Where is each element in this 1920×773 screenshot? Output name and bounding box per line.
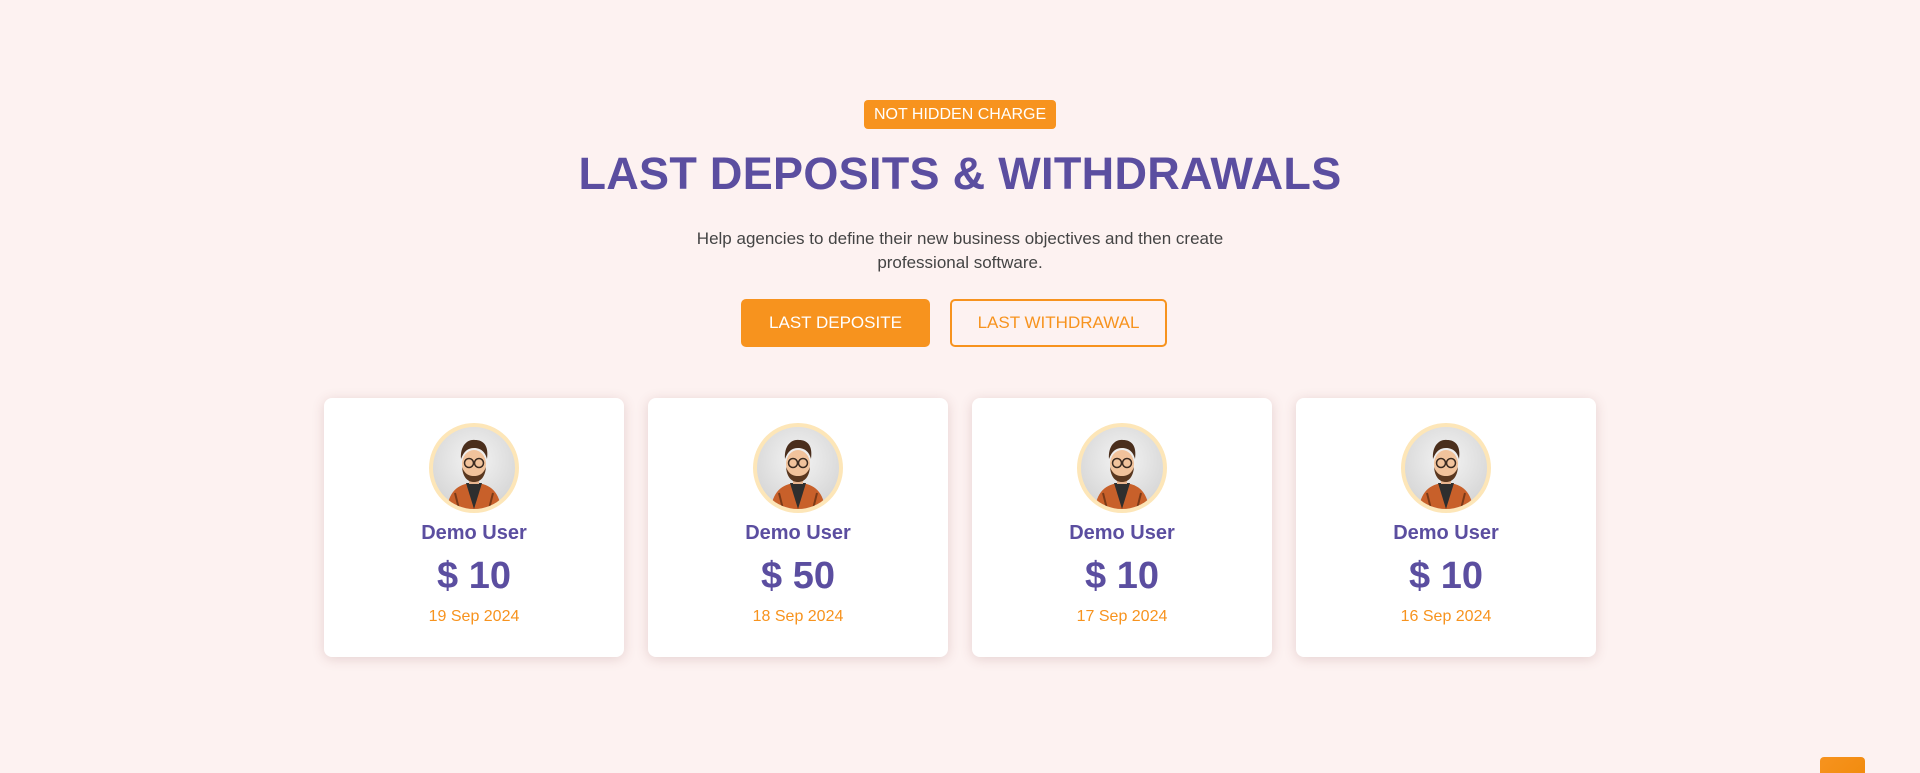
user-avatar-icon bbox=[1077, 423, 1167, 513]
transaction-amount: $ 10 bbox=[1409, 555, 1483, 597]
user-avatar-icon bbox=[1401, 423, 1491, 513]
transaction-tabs: LAST DEPOSITE LAST WITHDRAWAL bbox=[741, 299, 1167, 347]
section-subtitle: Help agencies to define their new busine… bbox=[696, 229, 1224, 272]
user-avatar-icon bbox=[753, 423, 843, 513]
transaction-amount: $ 10 bbox=[1085, 555, 1159, 597]
section-badge: NOT HIDDEN CHARGE bbox=[864, 100, 1057, 129]
transaction-card: Demo User $ 10 16 Sep 2024 bbox=[1296, 398, 1596, 657]
transaction-amount: $ 50 bbox=[761, 555, 835, 597]
user-avatar-icon bbox=[429, 423, 519, 513]
last-deposit-tab[interactable]: LAST DEPOSITE bbox=[741, 299, 930, 347]
deposits-withdrawals-section: NOT HIDDEN CHARGE LAST DEPOSITS & WITHDR… bbox=[0, 0, 1920, 773]
section-title: LAST DEPOSITS & WITHDRAWALS bbox=[578, 148, 1342, 199]
transaction-card: Demo User $ 50 18 Sep 2024 bbox=[648, 398, 948, 657]
user-name: Demo User bbox=[421, 522, 527, 544]
transaction-card: Demo User $ 10 19 Sep 2024 bbox=[324, 398, 624, 657]
user-name: Demo User bbox=[1069, 522, 1175, 544]
transaction-date: 19 Sep 2024 bbox=[428, 608, 520, 625]
transaction-cards: Demo User $ 10 19 Sep 2024 Demo User $ 5… bbox=[324, 398, 1596, 657]
user-name: Demo User bbox=[1393, 522, 1499, 544]
transaction-amount: $ 10 bbox=[437, 555, 511, 597]
user-name: Demo User bbox=[745, 522, 851, 544]
last-withdrawal-tab[interactable]: LAST WITHDRAWAL bbox=[950, 299, 1167, 347]
scroll-to-top-icon[interactable] bbox=[1820, 757, 1865, 773]
transaction-date: 17 Sep 2024 bbox=[1076, 608, 1168, 625]
transaction-date: 16 Sep 2024 bbox=[1400, 608, 1492, 625]
transaction-card: Demo User $ 10 17 Sep 2024 bbox=[972, 398, 1272, 657]
transaction-date: 18 Sep 2024 bbox=[752, 608, 844, 625]
